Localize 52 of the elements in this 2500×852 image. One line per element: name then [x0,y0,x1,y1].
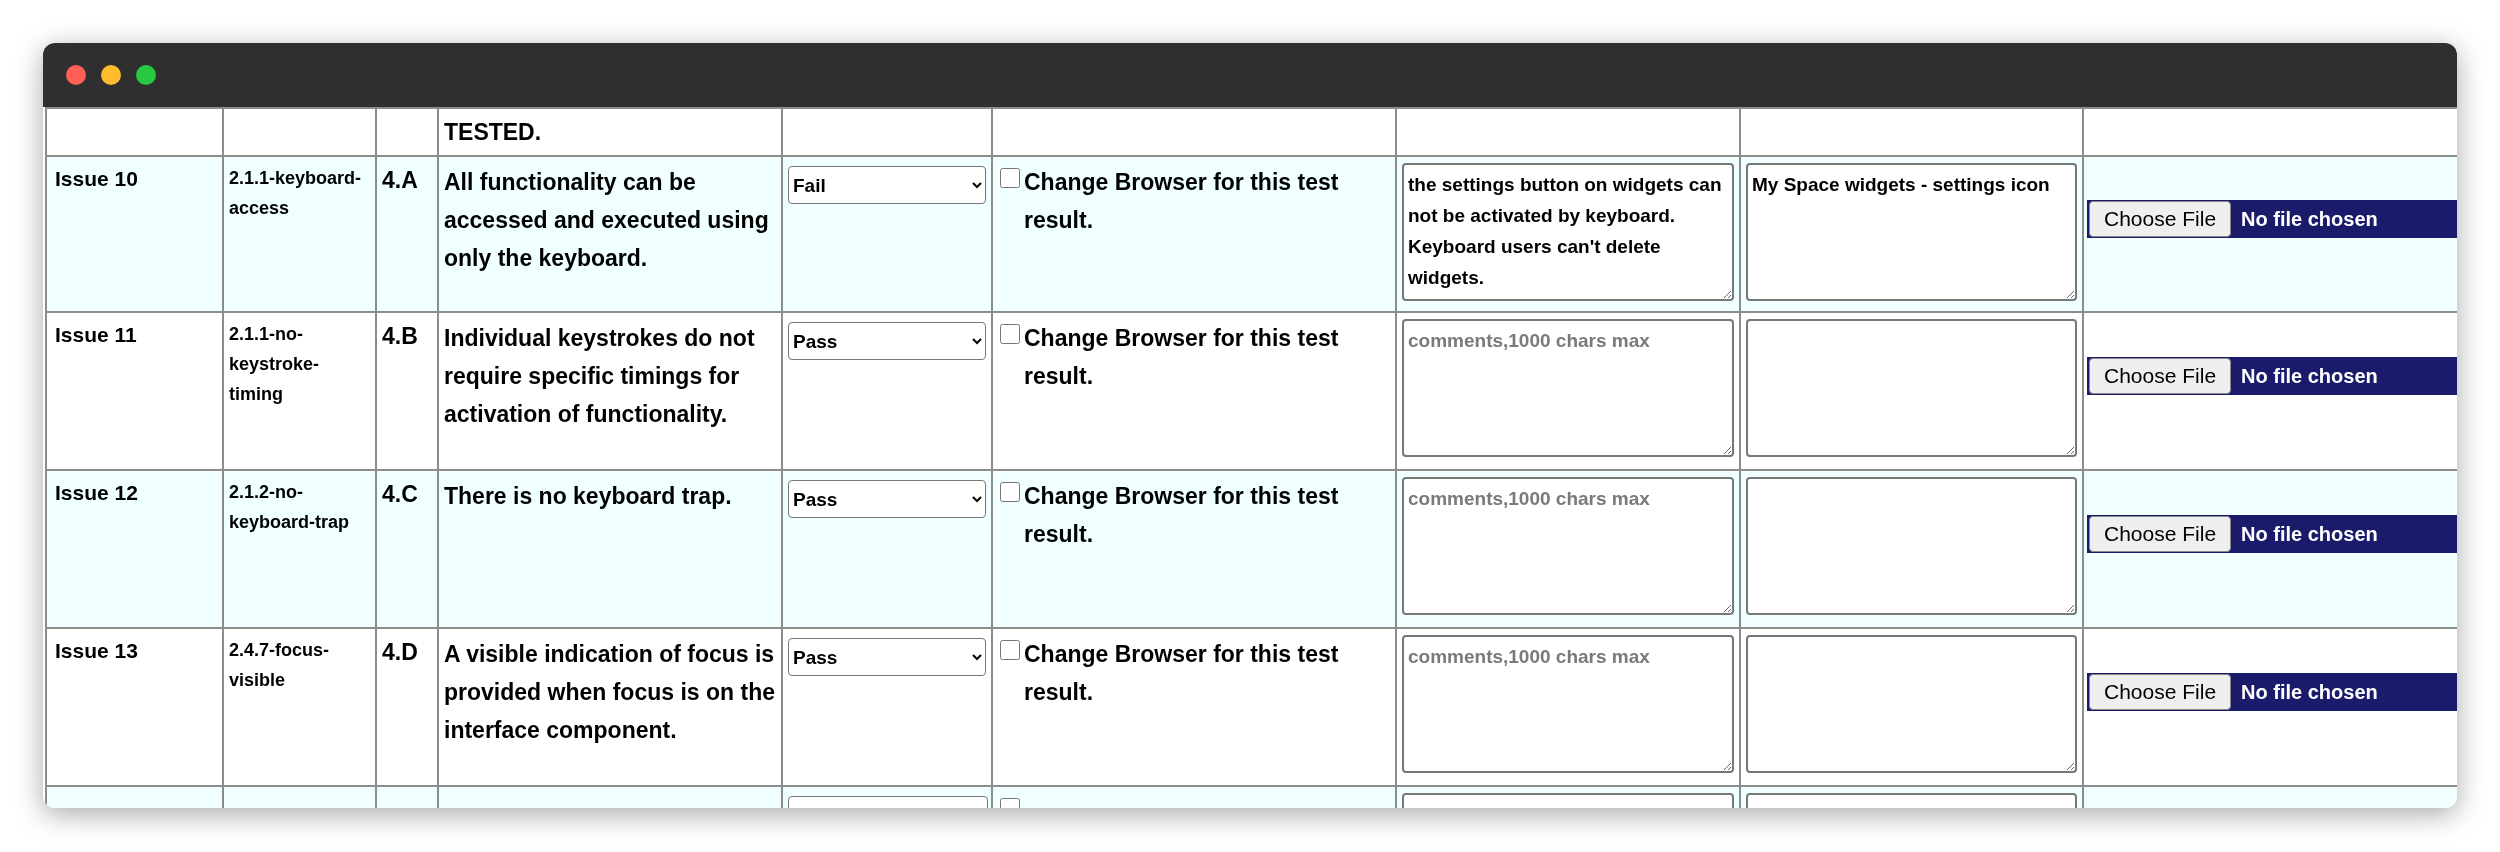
checkbox-label: Change Browser for this test result. [1024,168,1340,235]
choose-file-button[interactable]: Choose File [2089,674,2232,710]
minimize-button[interactable] [101,65,121,85]
checkbox-label: Change Browser for this test result. [1024,482,1340,549]
test-description: There is no keyboard trap. [444,483,732,509]
location-field[interactable]: My Space widgets - settings icon [1746,163,2077,301]
checkbox-label: Change Browser for this test result. [1024,324,1340,391]
result-select[interactable]: Pass [788,638,986,676]
test-description: TESTED. [444,119,542,145]
result-select[interactable]: Pass [788,480,986,518]
issue-label: Issue 12 [54,480,139,506]
choose-file-button[interactable]: Choose File [2089,516,2232,552]
issue-label: Issue 11 [54,322,138,348]
issue-label: Issue 10 [54,166,139,192]
test-description: A visible indication of focus is provided when focus is on the interface component. [444,641,775,743]
comments-field[interactable]: the settings button on widgets can not be activated by keyboard. Keyboard users can't delete widgets. [1402,163,1734,301]
file-input[interactable]: Choose File No file chosen [2087,515,2457,553]
checkbox-label: Change Browser for this test result. [1024,640,1340,707]
result-select[interactable]: Pass [788,322,986,360]
file-status: No file chosen [2241,522,2378,546]
test-code: 4.C [382,480,418,508]
change-browser-checkbox[interactable] [1000,168,1020,188]
test-code: 4.D [382,638,418,666]
issue-label: Issue 13 [54,638,139,664]
file-status: No file chosen [2241,207,2378,231]
choose-file-button[interactable]: Choose File [2089,201,2232,237]
location-field[interactable] [1746,635,2077,773]
comments-field[interactable]: comments,1000 chars max [1402,635,1734,773]
result-select[interactable]: Fail [788,166,986,204]
test-description: Individual keystrokes do not require specific timings for activation of functionality. [444,325,755,427]
test-code: 4.A [382,166,418,194]
criterion-id: 2.1.2-no-keyboard-trap [229,481,351,534]
comments-field[interactable]: comments,1000 chars max [1402,319,1734,457]
test-code: 4.B [382,322,418,350]
file-input[interactable]: Choose File No file chosen [2087,200,2457,238]
criterion-id: 2.1.1-no-keystroke-timing [229,323,321,406]
change-browser-checkbox[interactable] [1000,482,1020,502]
file-status: No file chosen [2241,364,2378,388]
file-input[interactable]: Choose File No file chosen [2087,673,2457,711]
criterion-id: 2.1.1-keyboard-access [229,167,363,220]
comments-field[interactable]: comments,1000 chars max [1402,477,1734,615]
change-browser-checkbox[interactable] [1000,324,1020,344]
location-field[interactable] [1746,477,2077,615]
zoom-button[interactable] [136,65,156,85]
choose-file-button[interactable]: Choose File [2089,358,2232,394]
close-button[interactable] [66,65,86,85]
criterion-id: 2.4.7-focus-visible [229,639,331,692]
file-input[interactable]: Choose File No file chosen [2087,357,2457,395]
file-status: No file chosen [2241,680,2378,704]
change-browser-checkbox[interactable] [1000,640,1020,660]
location-field[interactable] [1746,319,2077,457]
test-description: All functionality can be accessed and executed using only the keyboard. [444,169,769,271]
